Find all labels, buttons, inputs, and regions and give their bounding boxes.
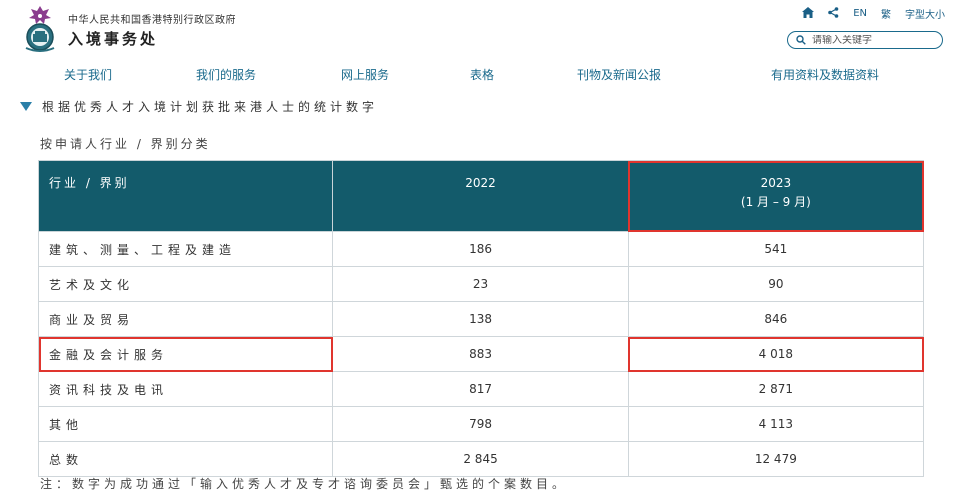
value-2022: 2 845 <box>332 441 629 477</box>
search-icon[interactable] <box>796 35 806 45</box>
value-2022: 798 <box>332 406 629 442</box>
value-2023: 90 <box>627 266 925 302</box>
header-2023-year: 2023 <box>760 176 792 190</box>
nav-online-services[interactable]: 网上服务 <box>341 66 389 83</box>
home-icon[interactable] <box>802 6 815 21</box>
section-title-text: 根据优秀人才入境计划获批来港人士的统计数字 <box>42 100 379 114</box>
header-2022: 2022 <box>332 160 629 232</box>
row-label: 其他 <box>37 406 334 442</box>
value-2022: 817 <box>332 371 629 407</box>
search-box[interactable] <box>787 31 943 49</box>
row-label: 资讯科技及电讯 <box>37 371 334 407</box>
share-icon[interactable] <box>828 6 839 21</box>
value-2023: 4 113 <box>627 406 925 442</box>
nav-useful-info[interactable]: 有用资料及数据资料 <box>771 66 879 83</box>
row-label: 艺术及文化 <box>37 266 334 302</box>
main-nav: 关于我们 我们的服务 网上服务 表格 刊物及新闻公报 有用资料及数据资料 <box>0 66 963 84</box>
nav-forms[interactable]: 表格 <box>470 66 494 83</box>
government-name: 中华人民共和国香港特别行政区政府 <box>68 15 236 26</box>
value-2023: 846 <box>627 301 925 337</box>
utility-bar: EN 繁 字型大小 <box>802 6 945 21</box>
row-label: 商业及贸易 <box>37 301 334 337</box>
table-row: 建筑、测量、工程及建造 186 541 <box>37 231 925 267</box>
footnote: 注：数字为成功通过「输入优秀人才及专才谘询委员会」甄选的个案数目。 <box>40 477 569 491</box>
table-row: 资讯科技及电讯 817 2 871 <box>37 371 925 407</box>
value-2022: 186 <box>332 231 629 267</box>
collapse-triangle-icon[interactable] <box>20 102 32 111</box>
department-name[interactable]: 入境事务处 <box>68 28 158 49</box>
table-row-highlighted: 金融及会计服务 883 4 018 <box>37 336 925 372</box>
row-label: 总数 <box>37 441 334 477</box>
value-2023: 12 479 <box>627 441 925 477</box>
header-sector: 行业 / 界别 <box>37 160 334 232</box>
language-en-link[interactable]: EN <box>853 8 867 19</box>
section-heading[interactable]: 根据优秀人才入境计划获批来港人士的统计数字 <box>20 98 378 115</box>
value-2022: 138 <box>332 301 629 337</box>
value-2023: 2 871 <box>627 371 925 407</box>
table-row: 艺术及文化 23 90 <box>37 266 925 302</box>
nav-our-services[interactable]: 我们的服务 <box>196 66 256 83</box>
nav-publications-press[interactable]: 刊物及新闻公报 <box>577 66 661 83</box>
row-label: 建筑、测量、工程及建造 <box>37 231 334 267</box>
value-2022: 883 <box>332 336 629 372</box>
hksar-emblem-icon[interactable] <box>18 4 62 54</box>
value-2022: 23 <box>332 266 629 302</box>
header-2023: 2023 (1 月 – 9 月) <box>627 160 925 232</box>
table-row-total: 总数 2 845 12 479 <box>37 441 925 477</box>
nav-about-us[interactable]: 关于我们 <box>64 66 112 83</box>
table-row: 商业及贸易 138 846 <box>37 301 925 337</box>
table-header-row: 行业 / 界别 2022 2023 (1 月 – 9 月) <box>37 160 925 232</box>
header-2023-period: (1 月 – 9 月) <box>740 195 811 209</box>
language-traditional-link[interactable]: 繁 <box>881 6 891 21</box>
table-row: 其他 798 4 113 <box>37 406 925 442</box>
font-size-link[interactable]: 字型大小 <box>905 6 945 21</box>
row-label: 金融及会计服务 <box>37 336 334 372</box>
site-header: 中华人民共和国香港特别行政区政府 入境事务处 EN 繁 字型大小 <box>0 0 963 60</box>
value-2023: 4 018 <box>627 336 925 372</box>
search-input[interactable] <box>806 34 932 46</box>
statistics-table: 行业 / 界别 2022 2023 (1 月 – 9 月) 建筑、测量、工程及建… <box>37 160 925 477</box>
table-subtitle: 按申请人行业 / 界别分类 <box>40 137 211 151</box>
value-2023: 541 <box>627 231 925 267</box>
